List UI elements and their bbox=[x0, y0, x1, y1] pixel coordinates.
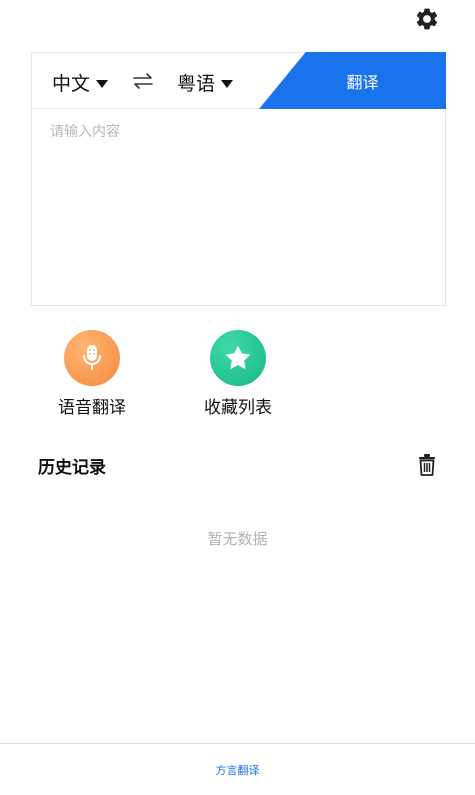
gear-icon[interactable] bbox=[414, 6, 440, 32]
voice-translate-button[interactable]: 语音翻译 bbox=[32, 330, 152, 418]
trash-icon[interactable] bbox=[416, 453, 438, 477]
language-bar: 中文 粤语 翻译 bbox=[32, 52, 446, 109]
empty-state-text: 暂无数据 bbox=[207, 530, 268, 548]
star-icon bbox=[210, 330, 266, 386]
source-language-label: 中文 bbox=[52, 73, 91, 95]
source-language-select[interactable]: 中文 bbox=[52, 69, 109, 96]
bottom-navigation: 方言翻译 bbox=[0, 743, 475, 795]
tab-dialect-translate[interactable]: 方言翻译 bbox=[216, 762, 260, 778]
translate-button[interactable]: 翻译 bbox=[259, 52, 446, 109]
swap-languages-icon[interactable] bbox=[132, 71, 154, 91]
caret-down-icon bbox=[221, 79, 234, 88]
target-language-label: 粤语 bbox=[177, 73, 216, 95]
microphone-icon bbox=[64, 330, 120, 386]
target-language-select[interactable]: 粤语 bbox=[177, 69, 234, 96]
translate-card: 中文 粤语 翻译 bbox=[31, 52, 446, 306]
favorites-list-label: 收藏列表 bbox=[204, 398, 272, 418]
caret-down-icon bbox=[96, 79, 109, 88]
app-screen: 中文 粤语 翻译 请输入内容 语音翻译 收藏列表 历史记录 暂无数据 方言翻译 bbox=[0, 0, 475, 795]
text-input[interactable] bbox=[32, 109, 445, 305]
history-title: 历史记录 bbox=[38, 458, 106, 478]
favorites-list-button[interactable]: 收藏列表 bbox=[178, 330, 298, 418]
voice-translate-label: 语音翻译 bbox=[58, 398, 126, 418]
